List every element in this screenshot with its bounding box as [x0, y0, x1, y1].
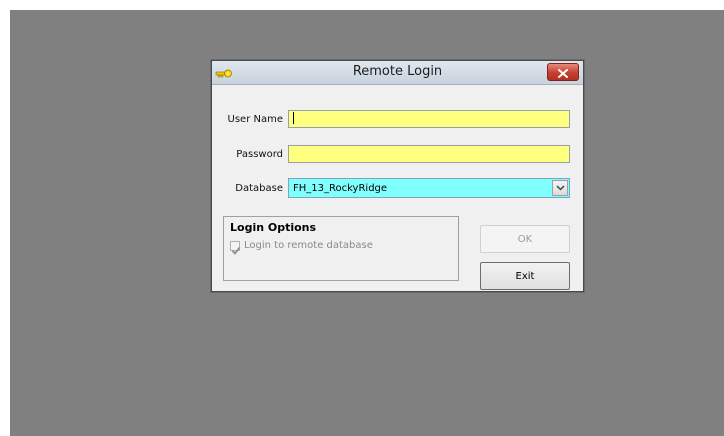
database-selected-value: FH_13_RockyRidge — [293, 183, 388, 194]
password-label: Password — [236, 149, 283, 160]
login-options-title: Login Options — [230, 221, 317, 234]
checkmark-icon — [231, 241, 241, 260]
remote-login-dialog: Remote Login User Name Password Database… — [211, 60, 584, 292]
window-title: Remote Login — [352, 64, 443, 79]
database-select[interactable]: FH_13_RockyRidge — [288, 178, 570, 198]
text-caret — [293, 112, 294, 124]
database-dropdown-button[interactable] — [552, 180, 568, 196]
ok-button[interactable]: OK — [480, 225, 570, 253]
title-bar[interactable]: Remote Login — [212, 61, 583, 85]
user-name-input[interactable] — [288, 110, 570, 128]
remote-database-option[interactable]: Login to remote database — [230, 240, 373, 255]
ok-button-label: OK — [517, 233, 533, 245]
exit-button-label: Exit — [515, 270, 535, 282]
close-icon — [558, 63, 568, 82]
remote-database-checkbox[interactable] — [230, 240, 241, 255]
login-options-group: Login Options Login to remote database — [223, 216, 459, 281]
remote-database-checkbox-label: Login to remote database — [244, 240, 373, 251]
password-input[interactable] — [288, 145, 570, 163]
database-label: Database — [235, 183, 283, 194]
close-button[interactable] — [547, 63, 579, 81]
user-name-label: User Name — [227, 114, 283, 125]
exit-button[interactable]: Exit — [480, 262, 570, 290]
chevron-down-icon — [555, 183, 565, 194]
